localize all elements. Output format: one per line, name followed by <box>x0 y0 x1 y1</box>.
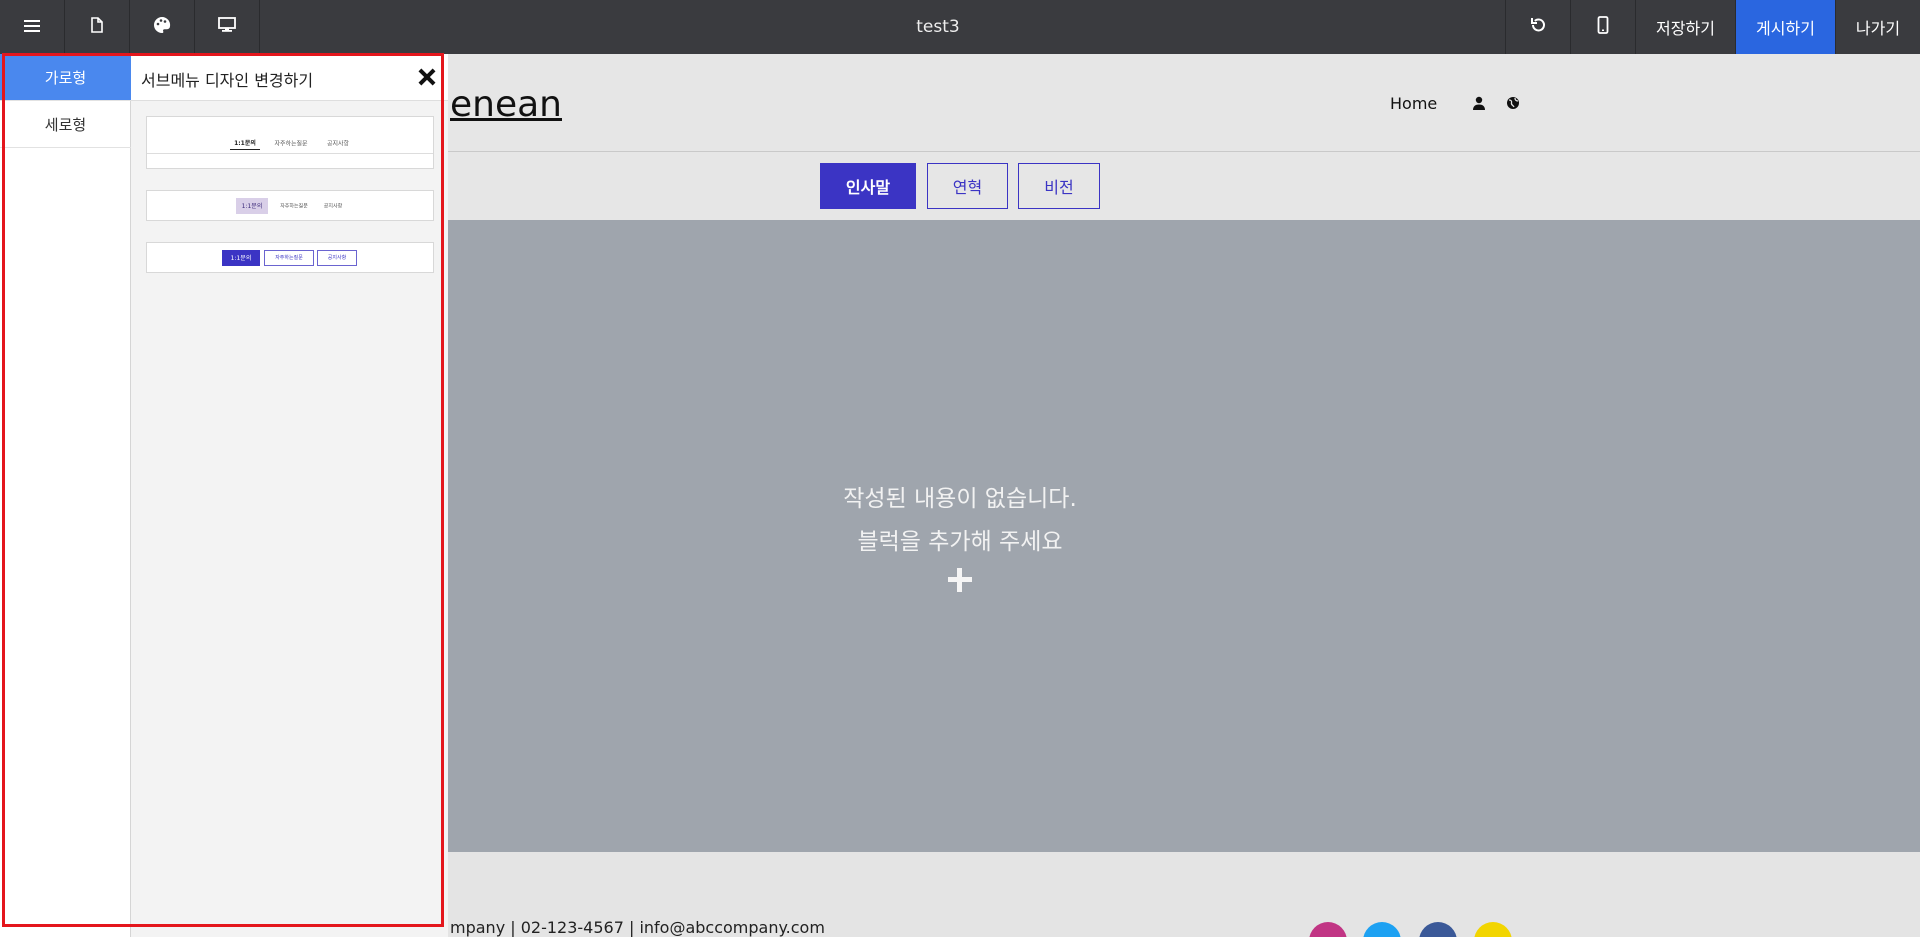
add-block-plus-icon[interactable] <box>946 566 974 594</box>
menu-button[interactable] <box>0 0 65 54</box>
panel-header: 서브메뉴 디자인 변경하기 <box>131 54 448 101</box>
undo-icon <box>1529 16 1547 38</box>
publish-button[interactable]: 게시하기 <box>1735 0 1835 54</box>
preset-item: 공지사항 <box>317 249 357 266</box>
design-preset-buttons[interactable]: 1:1문의 자주하는질문 공지사항 <box>146 242 434 273</box>
footer-contact: mpany | 02-123-4567 | info@abccompany.co… <box>450 918 825 937</box>
design-preset-highlight[interactable]: 1:1문의 자주하는질문 공지사항 <box>146 190 434 221</box>
page-icon <box>90 17 104 37</box>
submenu-vision[interactable]: 비전 <box>1018 163 1100 209</box>
mobile-view-button[interactable] <box>1570 0 1635 54</box>
facebook-icon[interactable] <box>1419 922 1457 937</box>
design-button[interactable] <box>130 0 195 54</box>
submenu-design-panel: 가로형 세로형 서브메뉴 디자인 변경하기 1:1문의 자주하는질문 공지사항 … <box>0 54 448 937</box>
instagram-icon[interactable] <box>1309 922 1347 937</box>
close-icon[interactable] <box>416 66 438 88</box>
preset-item: 자주하는질문 <box>274 140 308 147</box>
preset-item: 공지사항 <box>326 140 350 147</box>
submenu-greeting[interactable]: 인사말 <box>820 163 916 209</box>
submenu-history[interactable]: 연혁 <box>927 163 1008 209</box>
mobile-icon <box>1597 16 1609 38</box>
desktop-view-button[interactable] <box>195 0 260 54</box>
preset-item: 1:1문의 <box>236 197 268 214</box>
nav-home-link[interactable]: Home <box>1390 94 1437 113</box>
monitor-icon <box>218 17 236 37</box>
empty-message: 작성된 내용이 없습니다. <box>843 486 1077 512</box>
tab-vertical[interactable]: 세로형 <box>0 101 131 148</box>
add-block-hint: 블럭을 추가해 주세요 <box>857 529 1063 555</box>
panel-tabs: 가로형 세로형 <box>0 54 131 937</box>
editor-toolbar: test3 저장하기 게시하기 나가기 <box>0 0 1920 54</box>
preset-item: 공지사항 <box>323 203 343 209</box>
design-preset-underline[interactable]: 1:1문의 자주하는질문 공지사항 <box>146 116 434 169</box>
panel-title: 서브메뉴 디자인 변경하기 <box>141 71 314 90</box>
palette-icon <box>153 16 171 38</box>
preset-item: 자주하는질문 <box>280 203 308 209</box>
save-button[interactable]: 저장하기 <box>1635 0 1735 54</box>
preset-item: 1:1문의 <box>222 249 260 266</box>
preset-item: 자주하는질문 <box>264 249 314 266</box>
user-icon[interactable] <box>1470 94 1488 112</box>
globe-icon[interactable] <box>1504 94 1522 112</box>
preset-item: 1:1문의 <box>230 136 260 150</box>
site-logo[interactable]: enean <box>450 84 562 125</box>
exit-button[interactable]: 나가기 <box>1835 0 1920 54</box>
tab-horizontal[interactable]: 가로형 <box>0 54 131 101</box>
twitter-icon[interactable] <box>1363 922 1401 937</box>
page-button[interactable] <box>65 0 130 54</box>
undo-button[interactable] <box>1505 0 1570 54</box>
hamburger-icon <box>24 18 40 37</box>
kakaotalk-icon[interactable] <box>1474 922 1512 937</box>
